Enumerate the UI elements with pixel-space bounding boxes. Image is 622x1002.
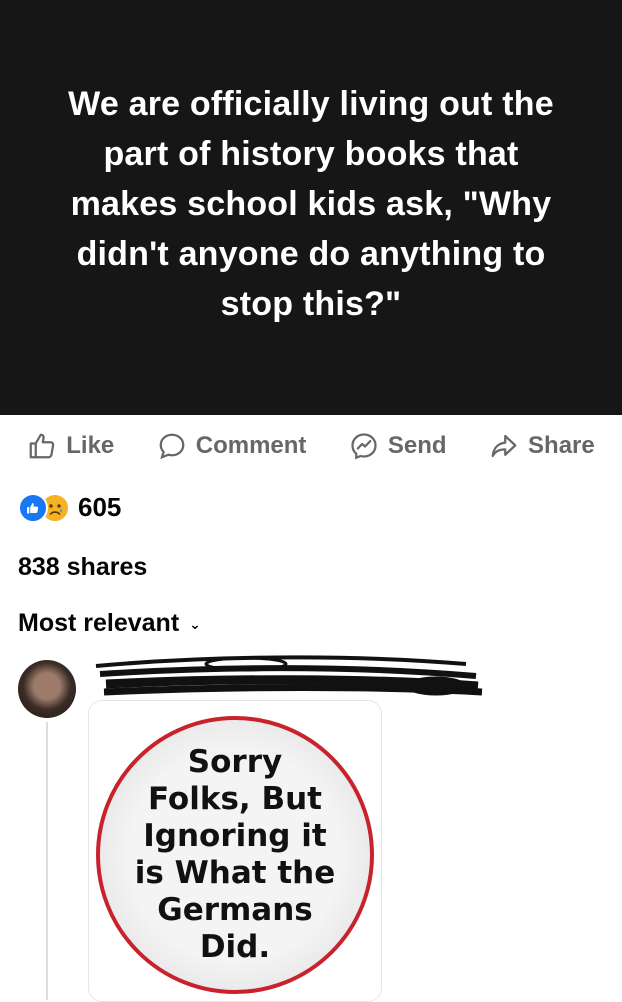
comment-label: Comment bbox=[195, 432, 307, 459]
avatar[interactable] bbox=[18, 660, 76, 718]
reaction-count: 605 bbox=[78, 492, 122, 522]
post-background-text: We are officially living out the part of… bbox=[0, 0, 622, 415]
share-button[interactable]: Share bbox=[489, 431, 595, 461]
button-badge-image: Sorry Folks, But Ignoring it is What the… bbox=[96, 716, 374, 994]
redacted-commenter-name bbox=[95, 655, 483, 696]
comment-button[interactable]: Comment bbox=[157, 431, 307, 461]
comment-image[interactable]: Sorry Folks, But Ignoring it is What the… bbox=[88, 700, 382, 1002]
share-arrow-icon bbox=[489, 431, 519, 461]
like-label: Like bbox=[66, 432, 115, 459]
post-text: We are officially living out the part of… bbox=[68, 84, 554, 323]
messenger-icon bbox=[349, 431, 379, 461]
like-button[interactable]: Like bbox=[27, 431, 114, 461]
like-icon bbox=[18, 492, 48, 523]
sort-label: Most relevant bbox=[18, 609, 180, 637]
send-button[interactable]: Send bbox=[349, 431, 447, 461]
comment-thread-line bbox=[46, 722, 48, 1000]
share-count[interactable]: 838 shares bbox=[18, 553, 147, 582]
comment-sort-dropdown[interactable]: Most relevant ⌄ bbox=[18, 609, 201, 638]
comment-bubble-icon bbox=[157, 431, 187, 461]
reaction-summary[interactable]: 605 bbox=[18, 492, 121, 523]
thumbs-up-icon bbox=[27, 431, 57, 461]
chevron-down-icon: ⌄ bbox=[189, 616, 201, 632]
send-label: Send bbox=[387, 432, 447, 459]
post-action-bar: Like Comment Send Share bbox=[0, 416, 622, 476]
share-label: Share bbox=[528, 432, 595, 459]
badge-text: Sorry Folks, But Ignoring it is What the… bbox=[134, 744, 336, 965]
